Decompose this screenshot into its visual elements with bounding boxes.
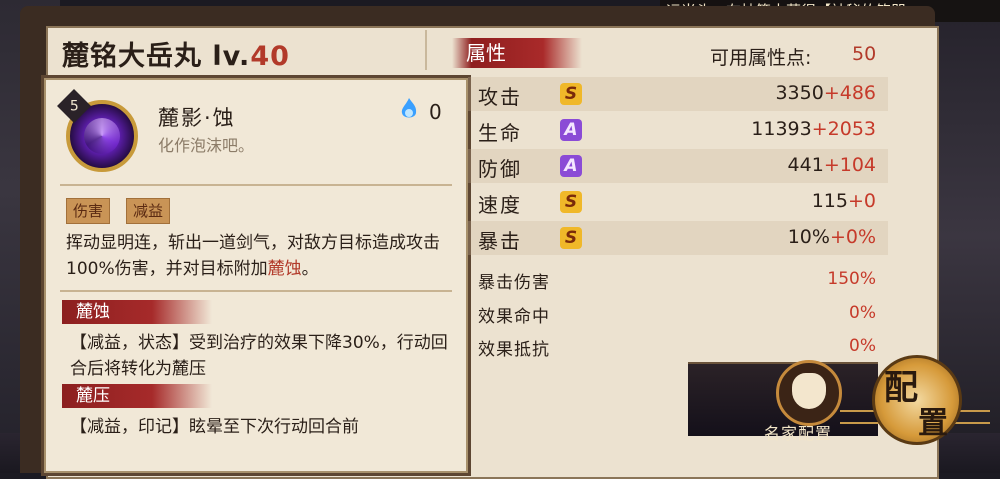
grade-badge: A bbox=[560, 119, 582, 141]
tag-debuff: 减益 bbox=[126, 198, 171, 224]
stat-value: 0% bbox=[849, 336, 876, 356]
skill-name: 麓影·蚀 bbox=[158, 106, 236, 130]
grade-badge: S bbox=[560, 83, 582, 105]
available-points-label: 可用属性点: bbox=[710, 47, 812, 69]
preset-button-label[interactable]: 名家配置 bbox=[764, 420, 832, 444]
character-name-bar: 麓铭大岳丸 lv.40 bbox=[48, 22, 425, 80]
skill-description-keyword[interactable]: 麓蚀 bbox=[268, 259, 302, 279]
blue-flame-orb-icon bbox=[401, 98, 417, 118]
stat-row-defense: 防御 A 441+104 bbox=[468, 149, 888, 183]
stat-value: 11393+2053 bbox=[751, 118, 876, 140]
stat-label: 攻击 bbox=[478, 85, 522, 109]
stat-value: 150% bbox=[827, 269, 876, 289]
skill-subtitle: 化作泡沫吧。 bbox=[158, 136, 255, 155]
skill-tooltip-card: 5 麓影·蚀 化作泡沫吧。 0 伤害 减益 挥动显明连，斩出一道剑气，对敌方目标… bbox=[44, 78, 468, 473]
stat-label: 暴击 bbox=[478, 229, 522, 253]
stat-value: 115+0 bbox=[811, 190, 876, 212]
effect-description: 【减益，印记】眩晕至下次行动回合前 bbox=[70, 417, 359, 437]
stat-label: 速度 bbox=[478, 193, 522, 217]
stat-value: 10%+0% bbox=[787, 226, 876, 248]
character-level: 40 bbox=[250, 41, 290, 72]
skill-description: 挥动显明连，斩出一道剑气，对敌方目标造成攻击100%伤害，并对目标附加麓蚀。 bbox=[66, 230, 456, 282]
stat-row-speed: 速度 S 115+0 bbox=[468, 185, 888, 219]
stat-value: 3350+486 bbox=[775, 82, 876, 104]
effect-description: 【减益，状态】受到治疗的效果下降30%，行动回合后将转化为麓压 bbox=[70, 333, 448, 379]
stat-value: 0% bbox=[849, 303, 876, 323]
fox-mask-icon[interactable] bbox=[776, 360, 842, 426]
effect-title: 麓压 bbox=[62, 384, 212, 408]
stat-label: 生命 bbox=[478, 121, 522, 145]
stat-label: 效果抵抗 bbox=[478, 340, 550, 360]
stat-row-effect-resist: 效果抵抗 0% bbox=[468, 329, 888, 363]
grade-badge: S bbox=[560, 191, 582, 213]
header-divider bbox=[425, 30, 427, 70]
level-prefix: lv. bbox=[212, 41, 251, 72]
stat-row-crit-damage: 暴击伤害 150% bbox=[468, 262, 888, 296]
orb-cost-count: 0 bbox=[429, 100, 442, 124]
effect-title: 麓蚀 bbox=[62, 300, 212, 324]
stat-row-crit: 暴击 S 10%+0% bbox=[468, 221, 888, 255]
stat-label: 效果命中 bbox=[478, 307, 550, 327]
config-button-char: 配 bbox=[884, 368, 918, 408]
stat-value: 441+104 bbox=[787, 154, 876, 176]
character-name-text: 麓铭大岳丸 bbox=[62, 41, 202, 72]
stat-row-attack: 攻击 S 3350+486 bbox=[468, 77, 888, 111]
skill-description-end: 。 bbox=[301, 259, 319, 279]
config-button-char: 置 bbox=[918, 406, 948, 441]
character-name: 麓铭大岳丸 lv.40 bbox=[62, 34, 290, 73]
divider bbox=[60, 290, 452, 292]
stat-row-hp: 生命 A 11393+2053 bbox=[468, 113, 888, 147]
grade-badge: A bbox=[560, 155, 582, 177]
tag-damage: 伤害 bbox=[66, 198, 111, 224]
available-points-value: 50 bbox=[852, 43, 877, 65]
divider bbox=[60, 184, 452, 186]
attribute-banner: 属性 bbox=[452, 38, 582, 68]
grade-badge: S bbox=[560, 227, 582, 249]
skill-description-text: 挥动显明连，斩出一道剑气，对敌方目标造成攻击100%伤害，并对目标附加 bbox=[66, 233, 440, 279]
stat-label: 防御 bbox=[478, 157, 522, 181]
stat-row-effect-hit: 效果命中 0% bbox=[468, 296, 888, 330]
stat-label: 暴击伤害 bbox=[478, 273, 550, 293]
